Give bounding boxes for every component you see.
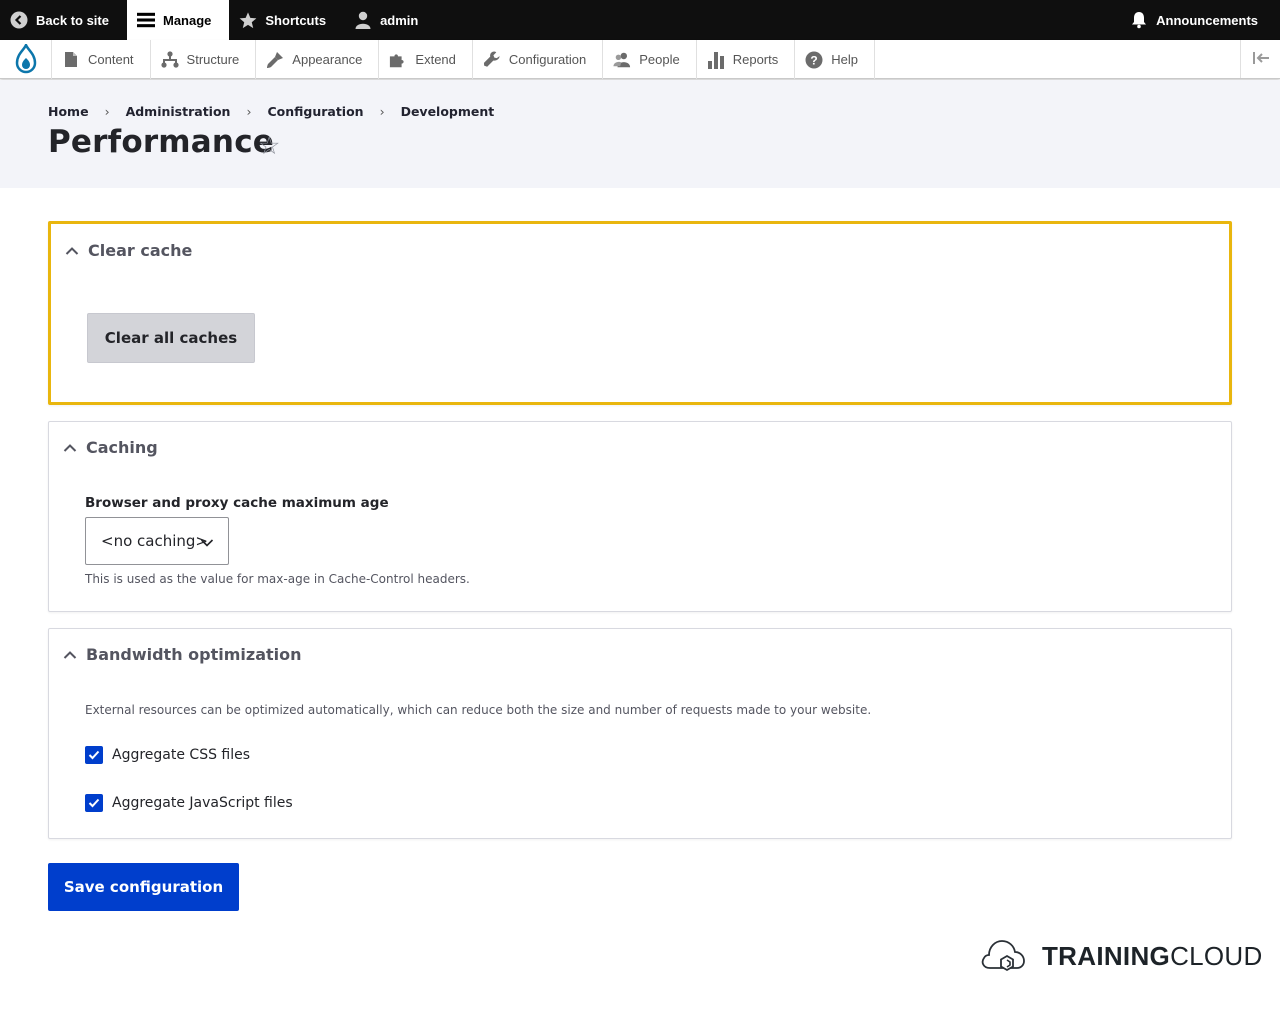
announcements-tab[interactable]: Announcements bbox=[1120, 0, 1280, 40]
menu-item-reports[interactable]: Reports bbox=[697, 40, 796, 79]
menu-item-people[interactable]: People bbox=[603, 40, 697, 79]
aggregate-css-checkbox[interactable]: Aggregate CSS files bbox=[85, 746, 250, 764]
shortcuts-label: Shortcuts bbox=[265, 12, 327, 28]
star-icon bbox=[239, 11, 257, 29]
people-icon bbox=[613, 51, 631, 69]
clear-cache-panel: Clear cache Clear all caches bbox=[48, 221, 1232, 405]
sitemap-icon bbox=[160, 51, 179, 69]
drupal-logo-icon[interactable] bbox=[0, 40, 52, 79]
manage-tab[interactable]: Manage bbox=[126, 0, 230, 40]
help-icon: ? bbox=[805, 51, 823, 69]
user-tab[interactable]: admin bbox=[344, 0, 436, 40]
star-shortcut-icon[interactable]: ☆ bbox=[258, 131, 280, 160]
bell-icon bbox=[1130, 11, 1148, 29]
clear-cache-summary[interactable]: Clear cache bbox=[65, 241, 192, 260]
menu-item-label: Content bbox=[88, 52, 134, 67]
paintbrush-icon bbox=[266, 51, 284, 69]
shortcuts-tab[interactable]: Shortcuts bbox=[229, 0, 344, 40]
bandwidth-summary[interactable]: Bandwidth optimization bbox=[63, 645, 302, 664]
page-title: Performance bbox=[48, 124, 274, 160]
wrench-icon bbox=[483, 51, 501, 69]
caching-title: Caching bbox=[86, 438, 158, 457]
announcements-label: Announcements bbox=[1156, 12, 1258, 28]
brand-light: CLOUD bbox=[1170, 940, 1263, 971]
collapse-toolbar-button[interactable] bbox=[1240, 40, 1280, 78]
hamburger-icon bbox=[136, 11, 155, 29]
back-to-site-label: Back to site bbox=[36, 12, 109, 28]
caching-summary[interactable]: Caching bbox=[63, 438, 158, 457]
clear-all-caches-button[interactable]: Clear all caches bbox=[87, 313, 255, 363]
chevron-up-icon bbox=[63, 441, 77, 455]
user-icon bbox=[354, 11, 372, 29]
menu-item-label: People bbox=[639, 52, 680, 67]
cloud-logo-icon bbox=[980, 934, 1028, 978]
back-to-site-link[interactable]: Back to site bbox=[0, 0, 127, 40]
puzzle-icon bbox=[389, 51, 407, 69]
menu-item-label: Reports bbox=[732, 52, 779, 67]
menu-item-configuration[interactable]: Configuration bbox=[473, 40, 604, 79]
brand-wordmark: TRAININGCLOUD bbox=[1042, 941, 1263, 972]
aggregate-js-label: Aggregate JavaScript files bbox=[112, 795, 293, 811]
breadcrumb: Home › Administration › Configuration › … bbox=[48, 104, 494, 119]
document-icon bbox=[62, 51, 80, 69]
admin-menu: Content Structure Appearance Extend Conf… bbox=[0, 40, 1280, 79]
menu-item-extend[interactable]: Extend bbox=[379, 40, 473, 79]
breadcrumb-administration[interactable]: Administration bbox=[126, 104, 231, 119]
save-configuration-button[interactable]: Save configuration bbox=[48, 863, 239, 911]
top-toolbar: Back to site Manage Shortcuts admin Anno… bbox=[0, 0, 1280, 40]
menu-item-label: Structure bbox=[186, 52, 240, 67]
menu-item-label: Appearance bbox=[292, 52, 363, 67]
collapse-arrow-icon bbox=[1252, 50, 1270, 69]
aggregate-css-label: Aggregate CSS files bbox=[112, 747, 251, 763]
breadcrumb-separator: › bbox=[246, 104, 252, 119]
menu-item-content[interactable]: Content bbox=[52, 40, 151, 79]
chevron-up-icon bbox=[65, 244, 79, 258]
bandwidth-description: External resources can be optimized auto… bbox=[85, 703, 872, 717]
max-age-label: Browser and proxy cache maximum age bbox=[85, 495, 389, 511]
page-header: Home › Administration › Configuration › … bbox=[0, 80, 1280, 188]
menu-item-label: Configuration bbox=[508, 52, 587, 67]
trainingcloud-logo: TRAININGCLOUD bbox=[980, 934, 1263, 978]
checkbox-checked-icon[interactable] bbox=[85, 746, 103, 764]
breadcrumb-separator: › bbox=[379, 104, 385, 119]
checkbox-checked-icon[interactable] bbox=[85, 794, 103, 812]
menu-item-structure[interactable]: Structure bbox=[151, 40, 257, 79]
chevron-down-icon bbox=[200, 534, 214, 552]
menu-item-help[interactable]: ? Help bbox=[795, 40, 875, 79]
clear-cache-title: Clear cache bbox=[88, 241, 193, 260]
caching-panel: Caching Browser and proxy cache maximum … bbox=[48, 421, 1232, 612]
manage-label: Manage bbox=[162, 12, 212, 28]
max-age-selected-value: <no caching> bbox=[101, 532, 208, 550]
breadcrumb-separator: › bbox=[104, 104, 110, 119]
user-label: admin bbox=[380, 12, 419, 28]
bar-chart-icon bbox=[707, 51, 725, 69]
aggregate-js-checkbox[interactable]: Aggregate JavaScript files bbox=[85, 794, 293, 812]
breadcrumb-home[interactable]: Home bbox=[48, 104, 89, 119]
chevron-up-icon bbox=[63, 648, 77, 662]
breadcrumb-configuration[interactable]: Configuration bbox=[267, 104, 363, 119]
breadcrumb-development[interactable]: Development bbox=[401, 104, 495, 119]
max-age-select[interactable]: <no caching> bbox=[85, 517, 229, 565]
bandwidth-panel: Bandwidth optimization External resource… bbox=[48, 628, 1232, 839]
max-age-description: This is used as the value for max-age in… bbox=[85, 572, 470, 586]
menu-item-label: Extend bbox=[415, 52, 456, 67]
bandwidth-title: Bandwidth optimization bbox=[86, 645, 302, 664]
menu-item-label: Help bbox=[831, 52, 858, 67]
arrow-left-circle-icon bbox=[10, 11, 28, 29]
svg-text:?: ? bbox=[811, 53, 818, 67]
menu-item-appearance[interactable]: Appearance bbox=[256, 40, 380, 79]
brand-bold: TRAINING bbox=[1042, 940, 1171, 971]
